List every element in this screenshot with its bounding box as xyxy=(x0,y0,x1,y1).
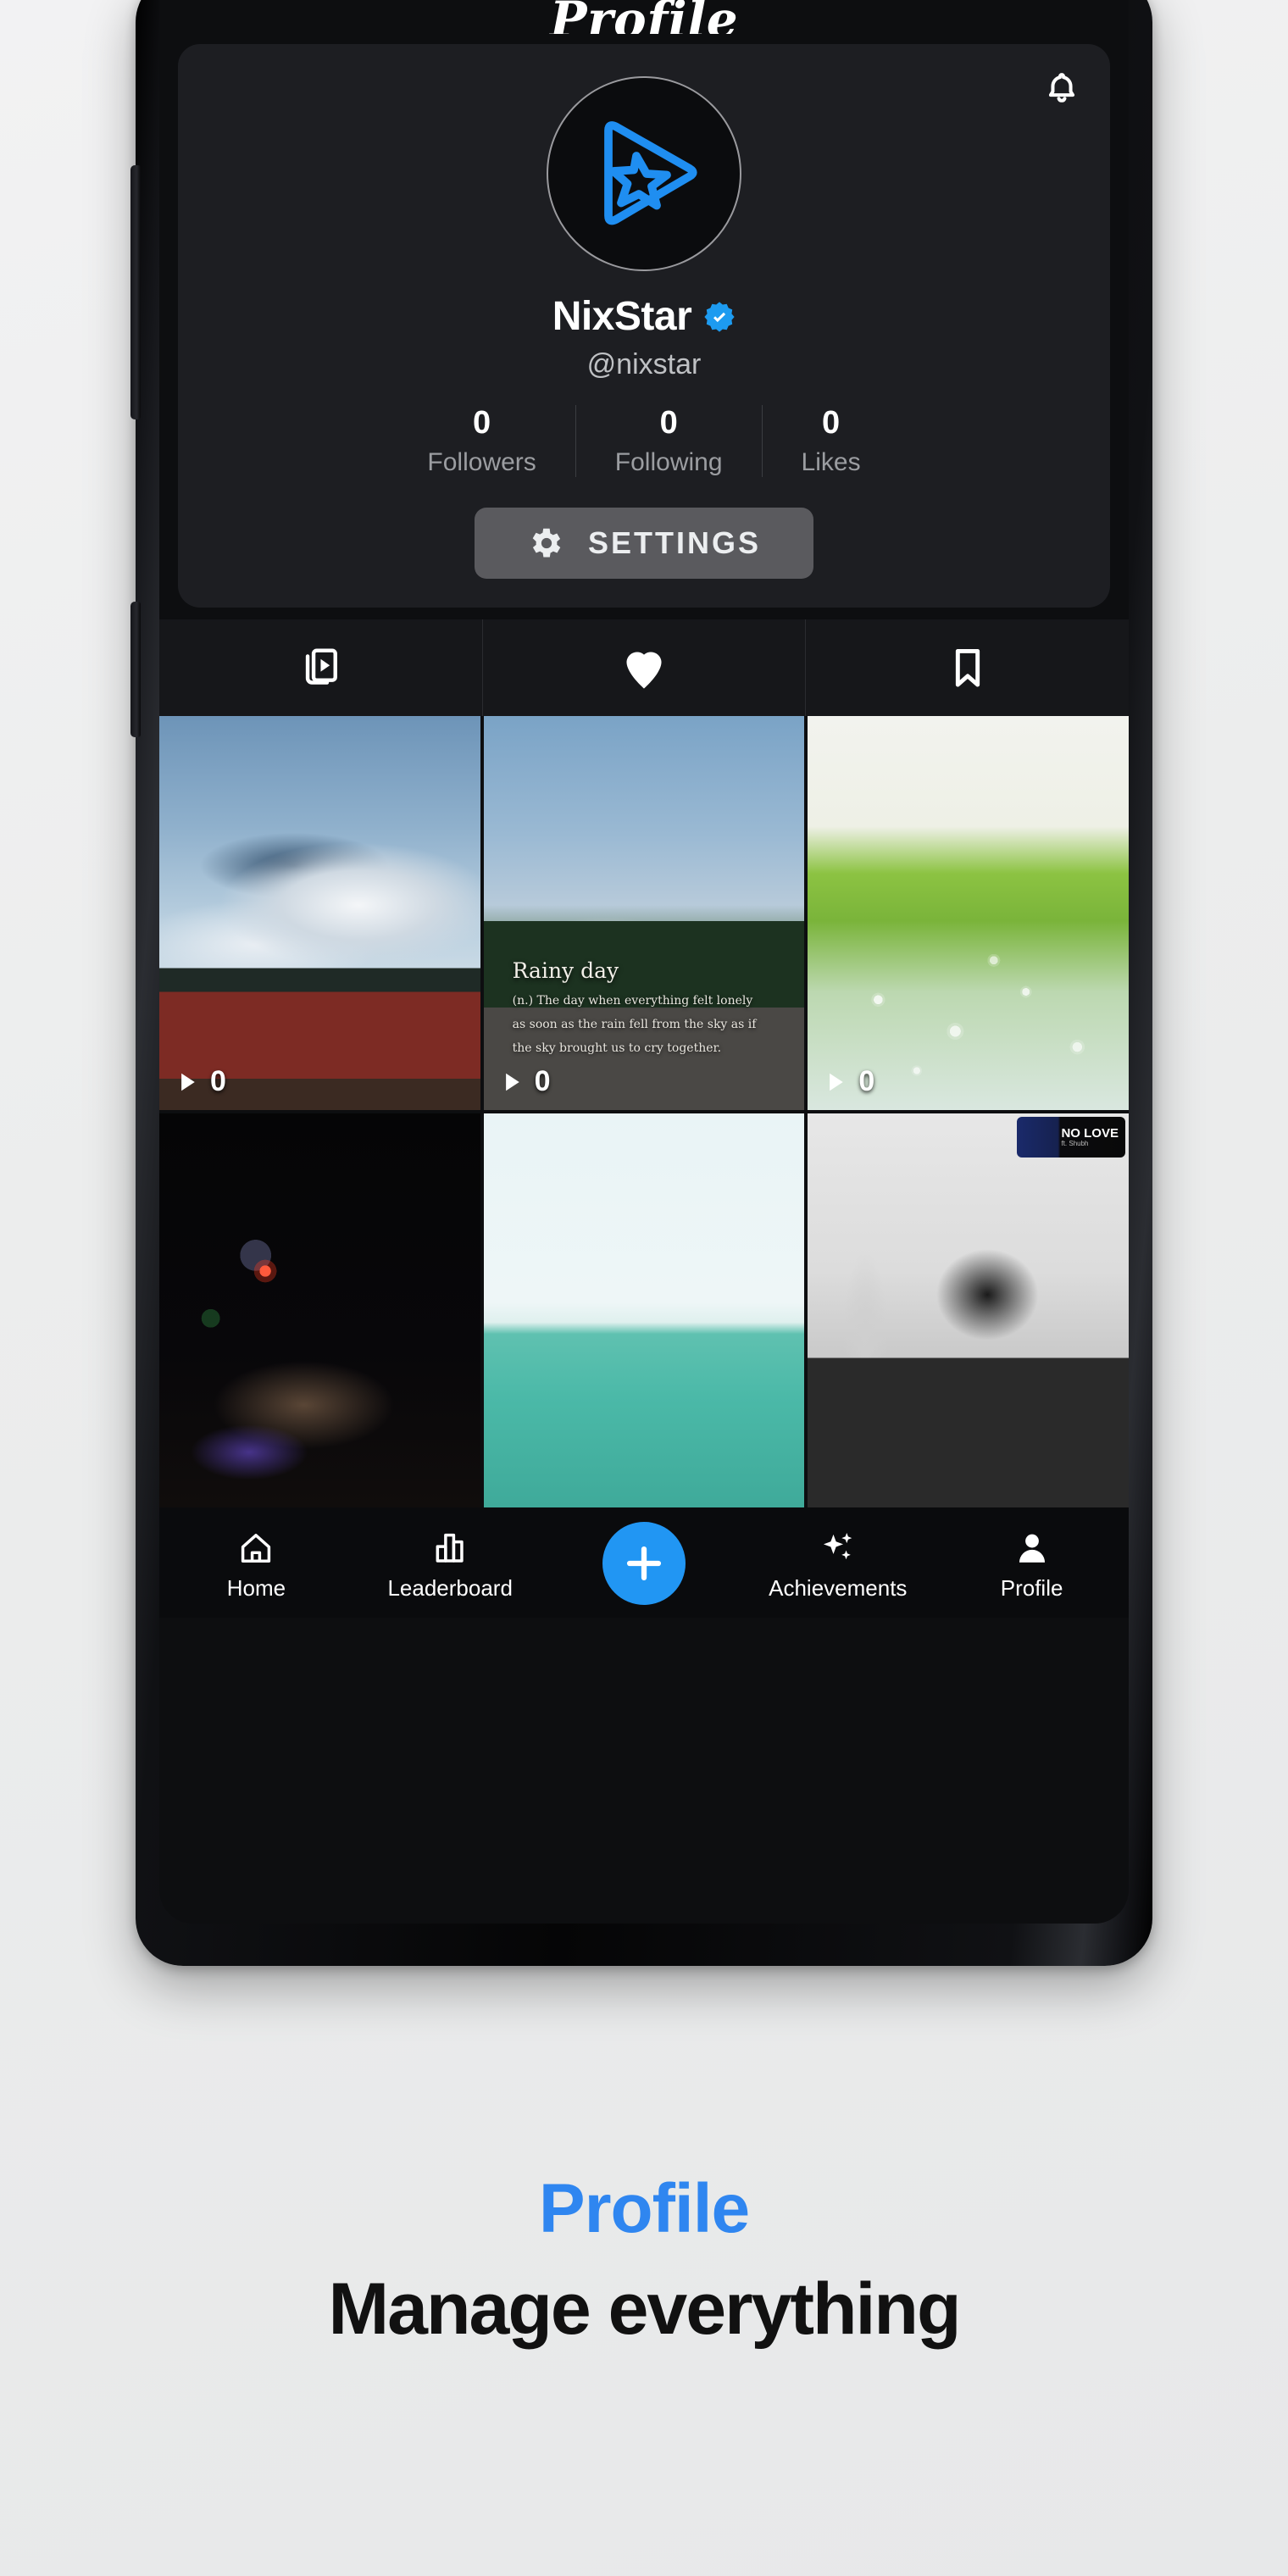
nav-label: Achievements xyxy=(769,1574,908,1601)
nav-item-create xyxy=(547,1522,741,1608)
verified-badge-icon xyxy=(704,301,735,332)
heart-icon xyxy=(626,652,662,689)
tab-saved[interactable] xyxy=(805,619,1129,716)
caption-title: Profile xyxy=(538,2170,750,2247)
power-button[interactable] xyxy=(130,602,141,737)
nav-label: Home xyxy=(226,1574,286,1601)
nav-label: Profile xyxy=(1000,1574,1063,1601)
video-library-icon xyxy=(306,648,338,685)
plus-icon xyxy=(626,1546,662,1581)
grid-item[interactable]: 0 xyxy=(808,716,1129,1110)
view-count: 0 xyxy=(175,1065,226,1098)
volume-button[interactable] xyxy=(130,165,141,419)
stat-label: Following xyxy=(614,448,723,476)
play-icon xyxy=(181,1073,195,1091)
phone-screen: Profile NixStar @nixstar 0 Followers 0 F… xyxy=(159,0,1129,1924)
tab-liked[interactable] xyxy=(481,619,806,716)
grid-item[interactable]: 0 xyxy=(159,716,480,1110)
create-button[interactable] xyxy=(602,1522,686,1605)
settings-button[interactable]: SETTINGS xyxy=(475,508,813,579)
sticker-subtitle: ft. Shubh xyxy=(1061,1140,1089,1147)
stat-followers[interactable]: 0 Followers xyxy=(388,405,575,477)
grid-item[interactable] xyxy=(159,1113,480,1507)
view-count: 0 xyxy=(499,1065,551,1098)
sparkles-icon xyxy=(823,1532,852,1559)
nav-item-home[interactable]: Home xyxy=(159,1530,353,1602)
music-sticker: NO LOVE ft. Shubh xyxy=(1016,1117,1125,1158)
overlay-body: (n.) The day when everything felt lonely… xyxy=(512,994,757,1055)
display-name: NixStar xyxy=(552,294,692,339)
caption-block: Profile Manage everything xyxy=(0,2169,1288,2351)
person-icon xyxy=(1019,1534,1045,1563)
view-count-value: 0 xyxy=(858,1065,875,1097)
view-count-value: 0 xyxy=(534,1065,551,1097)
stat-value: 0 xyxy=(473,405,491,441)
stat-value: 0 xyxy=(659,405,678,441)
page-title: Profile xyxy=(549,0,739,34)
grid-item[interactable] xyxy=(483,1113,805,1507)
bell-icon[interactable] xyxy=(1042,69,1081,108)
nav-item-leaderboard[interactable]: Leaderboard xyxy=(353,1530,547,1602)
stat-following[interactable]: 0 Following xyxy=(575,405,762,477)
play-star-logo-icon xyxy=(604,121,697,225)
handle: @nixstar xyxy=(586,348,702,380)
app-header: Profile xyxy=(159,0,1129,34)
play-icon xyxy=(505,1073,519,1091)
stat-value: 0 xyxy=(821,405,841,441)
home-icon xyxy=(242,1533,271,1563)
overlay-title: Rainy day xyxy=(512,958,619,983)
phone-device: Profile NixStar @nixstar 0 Followers 0 F… xyxy=(130,0,1152,1966)
profile-card: NixStar @nixstar 0 Followers 0 Following… xyxy=(178,44,1110,608)
caption-subtitle: Manage everything xyxy=(328,2268,962,2350)
profile-tabs xyxy=(159,619,1129,716)
grid-item[interactable]: Rainy day (n.) The day when everything f… xyxy=(483,716,805,1110)
view-count: 0 xyxy=(823,1065,874,1098)
stat-label: Followers xyxy=(427,448,536,476)
grid-item[interactable]: NO LOVE ft. Shubh xyxy=(808,1113,1129,1507)
play-icon xyxy=(830,1073,844,1091)
nav-item-achievements[interactable]: Achievements xyxy=(741,1530,935,1602)
stat-label: Likes xyxy=(801,448,861,476)
nav-label: Leaderboard xyxy=(387,1574,513,1601)
bar-chart-icon xyxy=(436,1533,464,1563)
bottom-navigation: Home Leaderboard Achievements Profile xyxy=(159,1507,1129,1618)
stat-likes[interactable]: 0 Likes xyxy=(761,405,900,477)
sticker-title: NO LOVE xyxy=(1061,1126,1119,1141)
tab-videos[interactable] xyxy=(159,619,482,716)
avatar[interactable] xyxy=(547,76,741,271)
media-grid: 0 Rainy day (n.) The day when everything… xyxy=(159,716,1129,1507)
bookmark-icon xyxy=(955,648,980,687)
view-count-value: 0 xyxy=(210,1065,226,1097)
name-row: NixStar xyxy=(178,293,1110,340)
settings-label: SETTINGS xyxy=(587,525,762,560)
stats-row: 0 Followers 0 Following 0 Likes xyxy=(178,405,1110,477)
gear-icon xyxy=(532,528,561,558)
nav-item-profile[interactable]: Profile xyxy=(935,1530,1129,1602)
